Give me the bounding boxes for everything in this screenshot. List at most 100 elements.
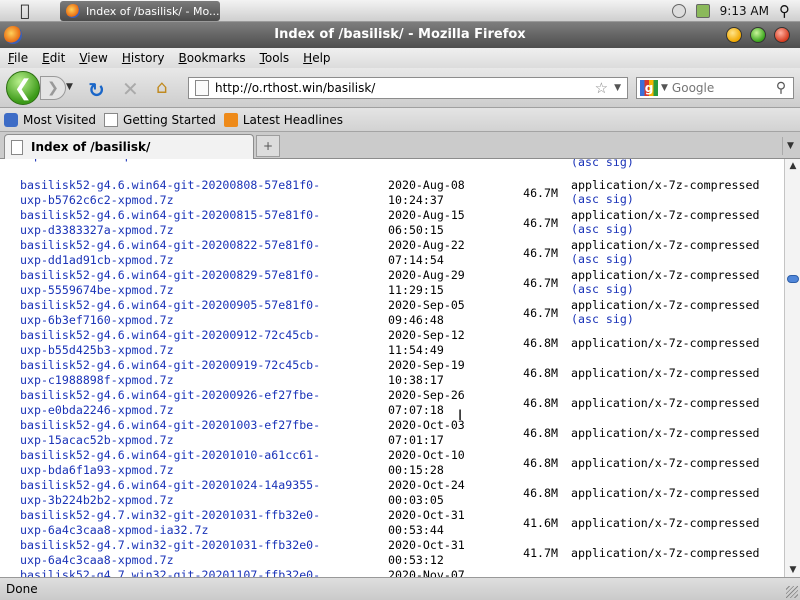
menu-view[interactable]: View [79, 51, 107, 65]
asc-sig-link[interactable]: (asc sig) [571, 222, 634, 237]
file-date: 2020-Aug-29 11:29:15 [388, 268, 498, 298]
file-date-day: 2020-Oct-10 [388, 448, 465, 462]
asc-sig-link[interactable]: (asc sig) [571, 252, 634, 267]
asc-sig-link[interactable]: (asc sig) [571, 312, 634, 327]
maximize-button[interactable] [750, 27, 766, 43]
tray-network-icon[interactable] [695, 4, 710, 18]
file-date-time: 00:03:05 [388, 493, 444, 507]
file-mime-type: application/x-7z-compressed [571, 298, 760, 312]
menu-tools[interactable]: Tools [260, 51, 290, 65]
navigation-toolbar: ❮ ❯ ▼ ↻ ✕ ⌂ http://o.rthost.win/basilisk… [0, 68, 800, 108]
forward-button[interactable]: ❯ [40, 76, 66, 100]
file-date-day: 2020-Sep-12 [388, 328, 465, 342]
vertical-scrollbar[interactable]: ▲ ▼ [784, 159, 800, 577]
table-row: uxp-091749192-xpmod.7z 08:03:23 (asc sig) [0, 159, 784, 178]
file-link[interactable]: basilisk52-g4.6.win64-git-20200912-72c45… [20, 328, 380, 358]
bookmark-latest-headlines[interactable]: Latest Headlines [223, 112, 343, 127]
file-date: 2020-Oct-03 07:01:17 [388, 418, 498, 448]
address-bar[interactable]: http://o.rthost.win/basilisk/ ☆ ▼ [188, 77, 628, 99]
window-title: Index of /basilisk/ - Mozilla Firefox [274, 27, 526, 42]
file-name-line1: basilisk52-g4.7.win32-git-20201031-ffb32… [20, 538, 321, 552]
page-icon [104, 112, 119, 127]
file-link[interactable]: basilisk52-g4.7.win32-git-20201031-ffb32… [20, 538, 380, 568]
file-name-line2: uxp-c1988898f-xpmod.7z [20, 373, 174, 387]
file-link[interactable]: basilisk52-g4.6.win64-git-20201010-a61cc… [20, 448, 380, 478]
asc-sig-link[interactable]: (asc sig) [571, 282, 634, 297]
menu-help[interactable]: Help [303, 51, 330, 65]
search-input[interactable] [671, 81, 772, 95]
file-date-time: 07:14:54 [388, 253, 444, 267]
file-link[interactable]: basilisk52-g4.6.win64-git-20200808-57e81… [20, 178, 380, 208]
tab-list-dropdown-icon[interactable]: ▼ [782, 137, 798, 155]
asc-sig-link[interactable]: (asc sig) [571, 192, 634, 207]
file-name-line1: basilisk52-g4.6.win64-git-20200905-57e81… [20, 298, 321, 312]
file-name-line1: basilisk52-g4.6.win64-git-20200926-ef27f… [20, 388, 321, 402]
scroll-up-icon[interactable]: ▲ [785, 159, 800, 173]
table-row: basilisk52-g4.7.win32-git-20201107-ffb32… [0, 568, 784, 577]
tray-smiley-icon[interactable] [671, 4, 686, 18]
file-link[interactable]: basilisk52-g4.6.win64-git-20200919-72c45… [20, 358, 380, 388]
file-link[interactable]: basilisk52-g4.6.win64-git-20200822-57e81… [20, 238, 380, 268]
bookmark-label: Most Visited [23, 112, 97, 127]
os-taskbar-label: Index of /basilisk/ - Mo... [86, 4, 220, 18]
os-menubar:  Index of /basilisk/ - Mo... 9:13 AM ⚲ [0, 0, 800, 22]
bookmark-star-icon[interactable]: ☆ [595, 79, 608, 97]
asc-sig-link[interactable]: (asc sig) [571, 159, 634, 170]
os-taskbar-firefox-item[interactable]: Index of /basilisk/ - Mo... [60, 1, 220, 21]
menu-edit[interactable]: Edit [42, 51, 65, 65]
bookmark-getting-started[interactable]: Getting Started [104, 112, 216, 127]
firefox-icon [66, 4, 80, 18]
file-date-day: 08:03:23 [388, 159, 444, 162]
table-row: basilisk52-g4.6.win64-git-20200808-57e81… [0, 178, 784, 208]
table-row: basilisk52-g4.6.win64-git-20201010-a61cc… [0, 448, 784, 478]
search-engine-dropdown-icon[interactable]: ▼ [661, 83, 668, 93]
apple-icon[interactable]:  [14, 2, 36, 20]
tab-index-basilisk[interactable]: Index of /basilisk/ [4, 134, 254, 159]
resize-grip-icon[interactable] [786, 586, 798, 598]
file-name-line1: basilisk52-g4.6.win64-git-20201024-14a93… [20, 478, 321, 492]
file-date-time: 11:29:15 [388, 283, 444, 297]
file-link[interactable]: basilisk52-g4.6.win64-git-20200905-57e81… [20, 298, 380, 328]
home-button[interactable]: ⌂ [156, 77, 167, 98]
file-date-time: 10:38:17 [388, 373, 444, 387]
clock[interactable]: 9:13 AM [720, 4, 769, 18]
scroll-down-icon[interactable]: ▼ [785, 563, 800, 577]
search-bar[interactable]: g ▼ ⚲ [636, 77, 794, 99]
spotlight-search-icon[interactable]: ⚲ [779, 2, 790, 20]
search-go-icon[interactable]: ⚲ [776, 80, 786, 96]
new-tab-button[interactable]: + [256, 135, 280, 157]
file-name-line2: uxp-15acac52b-xpmod.7z [20, 433, 174, 447]
reload-button[interactable]: ↻ [88, 78, 105, 102]
menu-history[interactable]: History [122, 51, 165, 65]
back-button[interactable]: ❮ [6, 71, 40, 105]
file-link[interactable]: uxp-091749192-xpmod.7z [20, 159, 380, 163]
google-icon[interactable]: g [640, 80, 658, 96]
url-dropdown-icon[interactable]: ▼ [614, 83, 621, 93]
scrollbar-thumb[interactable] [787, 275, 799, 283]
close-button[interactable] [774, 27, 790, 43]
file-size: 46.8M [523, 426, 558, 440]
file-link[interactable]: basilisk52-g4.6.win64-git-20200926-ef27f… [20, 388, 380, 418]
file-name-line1: basilisk52-g4.6.win64-git-20200822-57e81… [20, 238, 321, 252]
menu-bookmarks[interactable]: Bookmarks [179, 51, 246, 65]
file-listing: uxp-091749192-xpmod.7z 08:03:23 (asc sig) b… [0, 159, 784, 577]
table-row: basilisk52-g4.6.win64-git-20200912-72c45… [0, 328, 784, 358]
minimize-button[interactable] [726, 27, 742, 43]
bookmark-most-visited[interactable]: Most Visited [4, 112, 97, 127]
file-link[interactable]: basilisk52-g4.6.win64-git-20201024-14a93… [20, 478, 380, 508]
file-size: 46.8M [523, 456, 558, 470]
file-link[interactable]: basilisk52-g4.7.win32-git-20201031-ffb32… [20, 508, 380, 538]
file-date-time: 10:24:37 [388, 193, 444, 207]
file-link[interactable]: basilisk52-g4.6.win64-git-20200829-57e81… [20, 268, 380, 298]
file-link[interactable]: basilisk52-g4.6.win64-git-20201003-ef27f… [20, 418, 380, 448]
menu-file[interactable]: File [8, 51, 28, 65]
file-link[interactable]: basilisk52-g4.6.win64-git-20200815-57e81… [20, 208, 380, 238]
history-dropdown-icon[interactable]: ▼ [66, 82, 73, 92]
file-mime-type: application/x-7z-compressed [571, 456, 760, 470]
file-date: 2020-Sep-26 07:07:18 [388, 388, 498, 418]
url-input[interactable]: http://o.rthost.win/basilisk/ [215, 81, 595, 95]
file-link[interactable]: basilisk52-g4.7.win32-git-20201107-ffb32… [20, 568, 380, 577]
window-titlebar[interactable]: Index of /basilisk/ - Mozilla Firefox [0, 22, 800, 48]
file-size: 46.8M [523, 366, 558, 380]
stop-button[interactable]: ✕ [122, 77, 139, 101]
